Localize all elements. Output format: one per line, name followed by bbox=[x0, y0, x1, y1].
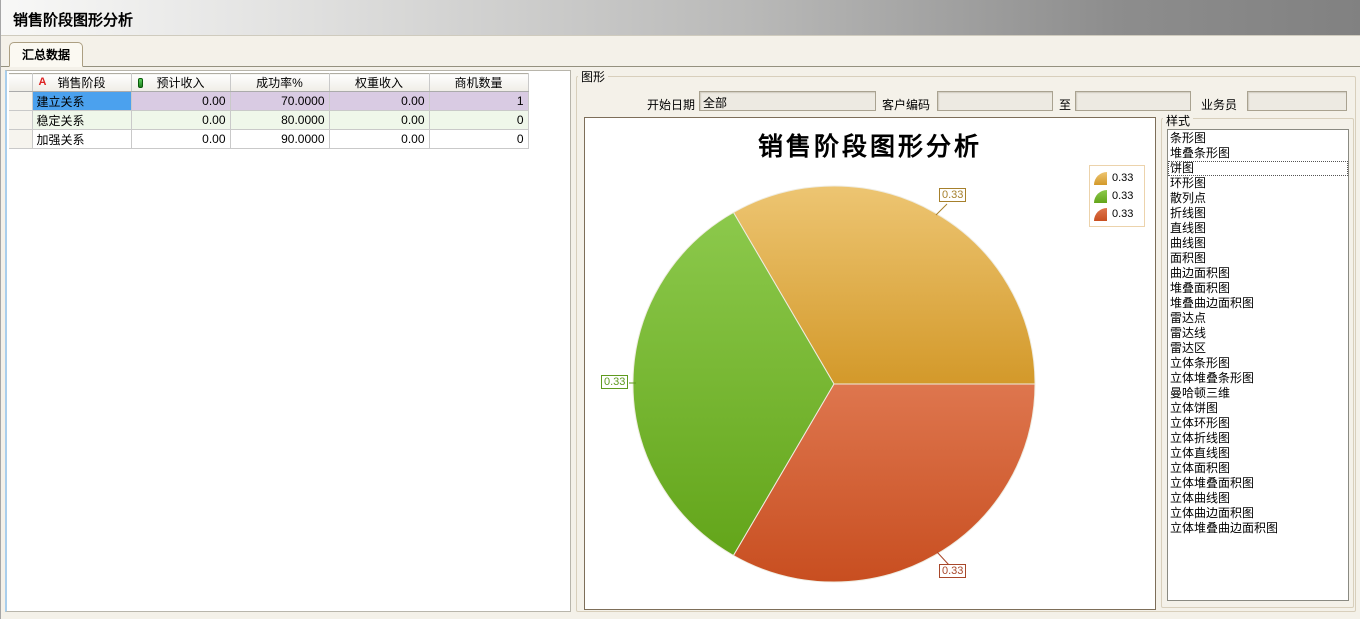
row-indicator-header bbox=[9, 74, 32, 92]
legend-swatch-red-icon bbox=[1094, 208, 1107, 221]
style-option[interactable]: 立体条形图 bbox=[1168, 356, 1348, 371]
salesman-label: 业务员 bbox=[1201, 96, 1237, 113]
cell-stage[interactable]: 加强关系 bbox=[32, 130, 131, 149]
cell-weighted[interactable]: 0.00 bbox=[329, 130, 429, 149]
row-indicator[interactable] bbox=[9, 92, 32, 111]
style-option[interactable]: 曼哈顿三维 bbox=[1168, 386, 1348, 401]
legend-swatch-green-icon bbox=[1094, 190, 1107, 203]
table-row: 建立关系 0.00 70.0000 0.00 1 bbox=[9, 92, 528, 111]
col-header-count[interactable]: 商机数量 bbox=[429, 74, 528, 92]
customer-code-label: 客户编码 bbox=[882, 96, 930, 113]
to-label: 至 bbox=[1059, 96, 1071, 113]
table-row: 稳定关系 0.00 80.0000 0.00 0 bbox=[9, 111, 528, 130]
title-bar: 销售阶段图形分析 bbox=[1, 0, 1360, 36]
sales-stage-grid-panel: A销售阶段 预计收入 成功率% 权重收入 商机数量 建立关系 0.00 70.0… bbox=[5, 70, 571, 612]
style-option[interactable]: 立体堆叠曲边面积图 bbox=[1168, 521, 1348, 536]
cell-count[interactable]: 1 bbox=[429, 92, 528, 111]
style-option[interactable]: 雷达线 bbox=[1168, 326, 1348, 341]
gold-callout-leader bbox=[936, 204, 947, 215]
cell-count[interactable]: 0 bbox=[429, 130, 528, 149]
legend-value: 0.33 bbox=[1112, 208, 1133, 220]
style-option[interactable]: 立体饼图 bbox=[1168, 401, 1348, 416]
cell-expected[interactable]: 0.00 bbox=[131, 130, 230, 149]
style-option[interactable]: 立体折线图 bbox=[1168, 431, 1348, 446]
tab-summary-data[interactable]: 汇总数据 bbox=[9, 42, 83, 67]
table-header-row: A销售阶段 预计收入 成功率% 权重收入 商机数量 bbox=[9, 74, 528, 92]
customer-code-to-field[interactable] bbox=[1075, 91, 1191, 111]
style-option[interactable]: 立体面积图 bbox=[1168, 461, 1348, 476]
cell-success[interactable]: 90.0000 bbox=[230, 130, 329, 149]
style-option[interactable]: 雷达点 bbox=[1168, 311, 1348, 326]
style-option[interactable]: 直线图 bbox=[1168, 221, 1348, 236]
cell-success[interactable]: 70.0000 bbox=[230, 92, 329, 111]
chart-legend: 0.33 0.33 0.33 bbox=[1089, 165, 1145, 227]
cell-success[interactable]: 80.0000 bbox=[230, 111, 329, 130]
style-option[interactable]: 堆叠条形图 bbox=[1168, 146, 1348, 161]
style-option[interactable]: 堆叠曲边面积图 bbox=[1168, 296, 1348, 311]
cell-count[interactable]: 0 bbox=[429, 111, 528, 130]
table-row: 加强关系 0.00 90.0000 0.00 0 bbox=[9, 130, 528, 149]
style-option[interactable]: 立体曲线图 bbox=[1168, 491, 1348, 506]
cell-weighted[interactable]: 0.00 bbox=[329, 111, 429, 130]
style-option[interactable]: 条形图 bbox=[1168, 131, 1348, 146]
chart-style-list: 条形图堆叠条形图饼图环形图散列点折线图直线图曲线图面积图曲边面积图堆叠面积图堆叠… bbox=[1167, 129, 1349, 601]
style-option[interactable]: 曲边面积图 bbox=[1168, 266, 1348, 281]
row-indicator[interactable] bbox=[9, 111, 32, 130]
row-indicator[interactable] bbox=[9, 130, 32, 149]
graph-groupbox-label: 图形 bbox=[578, 68, 608, 85]
style-option[interactable]: 立体直线图 bbox=[1168, 446, 1348, 461]
style-option[interactable]: 堆叠面积图 bbox=[1168, 281, 1348, 296]
pie-chart bbox=[585, 118, 1157, 611]
col-header-weighted[interactable]: 权重收入 bbox=[329, 74, 429, 92]
style-option[interactable]: 折线图 bbox=[1168, 206, 1348, 221]
legend-value: 0.33 bbox=[1112, 190, 1133, 202]
legend-value: 0.33 bbox=[1112, 172, 1133, 184]
cell-expected[interactable]: 0.00 bbox=[131, 92, 230, 111]
page-title: 销售阶段图形分析 bbox=[13, 9, 133, 30]
legend-entry: 0.33 bbox=[1094, 187, 1140, 205]
style-option[interactable]: 环形图 bbox=[1168, 176, 1348, 191]
window: 销售阶段图形分析 汇总数据 A销售阶段 预计收入 成功率% 权重收入 商机数量 … bbox=[0, 0, 1360, 619]
start-date-label: 开始日期 bbox=[647, 96, 695, 113]
slice-label-gold: 0.33 bbox=[939, 188, 966, 202]
sales-stage-table: A销售阶段 预计收入 成功率% 权重收入 商机数量 建立关系 0.00 70.0… bbox=[9, 73, 529, 149]
start-date-field[interactable]: 全部 bbox=[699, 91, 876, 111]
sort-a-icon: A bbox=[39, 76, 47, 88]
green-bar-icon bbox=[138, 78, 143, 88]
col-header-expected[interactable]: 预计收入 bbox=[131, 74, 230, 92]
style-option[interactable]: 散列点 bbox=[1168, 191, 1348, 206]
cell-stage[interactable]: 建立关系 bbox=[32, 92, 131, 111]
salesman-field[interactable] bbox=[1247, 91, 1347, 111]
tab-strip: 汇总数据 bbox=[1, 37, 1360, 67]
style-option[interactable]: 立体堆叠面积图 bbox=[1168, 476, 1348, 491]
slice-label-green: 0.33 bbox=[601, 375, 628, 389]
style-groupbox-label: 样式 bbox=[1163, 112, 1193, 129]
cell-weighted[interactable]: 0.00 bbox=[329, 92, 429, 111]
style-option[interactable]: 面积图 bbox=[1168, 251, 1348, 266]
style-option[interactable]: 雷达区 bbox=[1168, 341, 1348, 356]
col-header-success[interactable]: 成功率% bbox=[230, 74, 329, 92]
customer-code-field[interactable] bbox=[937, 91, 1053, 111]
style-option[interactable]: 立体环形图 bbox=[1168, 416, 1348, 431]
pie-chart-area: 销售阶段图形分析 0.33 0.33 0.33 bbox=[584, 117, 1156, 610]
cell-expected[interactable]: 0.00 bbox=[131, 111, 230, 130]
style-option[interactable]: 立体曲边面积图 bbox=[1168, 506, 1348, 521]
col-header-stage[interactable]: A销售阶段 bbox=[32, 74, 131, 92]
legend-swatch-gold-icon bbox=[1094, 172, 1107, 185]
cell-stage[interactable]: 稳定关系 bbox=[32, 111, 131, 130]
style-option[interactable]: 曲线图 bbox=[1168, 236, 1348, 251]
style-option[interactable]: 立体堆叠条形图 bbox=[1168, 371, 1348, 386]
slice-label-red: 0.33 bbox=[939, 564, 966, 578]
legend-entry: 0.33 bbox=[1094, 205, 1140, 223]
legend-entry: 0.33 bbox=[1094, 169, 1140, 187]
style-option[interactable]: 饼图 bbox=[1168, 161, 1348, 176]
